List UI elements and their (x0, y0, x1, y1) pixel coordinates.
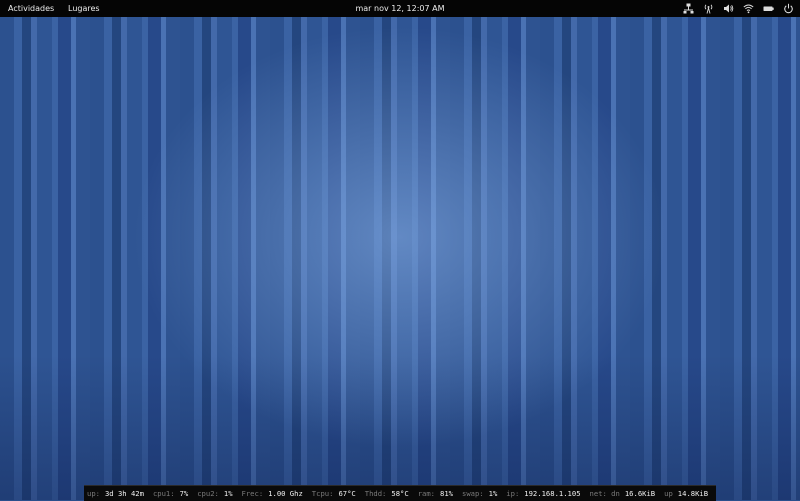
conky-label: Tcpu: (311, 489, 334, 498)
top-panel: Actividades Lugares mar nov 12, 12:07 AM (0, 0, 800, 17)
conky-label: cpu1: (152, 489, 175, 498)
conky-value: 16.6KiB (624, 489, 656, 498)
conky-label: up (664, 489, 673, 498)
power-icon[interactable] (782, 3, 794, 15)
conky-label: Frec: (241, 489, 264, 498)
battery-icon[interactable] (762, 3, 774, 15)
volume-icon[interactable] (722, 3, 734, 15)
network-bridge-icon[interactable] (682, 3, 694, 15)
conky-value: 67°C (338, 489, 356, 498)
conky-label: cpu2: (197, 489, 219, 498)
conky-value: 3d 3h 42m (104, 489, 144, 498)
conky-label: ip: (506, 489, 520, 498)
conky-label: net: dn (589, 489, 620, 498)
conky-label: ram: (417, 489, 436, 498)
wifi-icon[interactable] (742, 3, 754, 15)
conky-label: swap: (462, 489, 484, 498)
conky-value: 81% (440, 489, 453, 498)
clock[interactable]: mar nov 12, 12:07 AM (355, 4, 444, 13)
conky-label: up: (87, 489, 100, 498)
conky-status-bar: up: 3d 3h 42m cpu1: 7% cpu2: 1% Frec: 1.00 Ghz T… (84, 485, 716, 501)
conky-value: 1% (488, 489, 498, 498)
conky-value: 7% (179, 489, 189, 498)
conky-value: 58°C (391, 489, 409, 498)
conky-value: 1.00 Ghz (268, 489, 303, 498)
conky-value: 192.168.1.105 (524, 489, 581, 498)
system-tray (682, 0, 794, 17)
desktop-wallpaper[interactable] (0, 17, 800, 500)
conky-value: 1% (223, 489, 233, 498)
conky-label: Thdd: (364, 489, 387, 498)
activities-button[interactable]: Actividades (8, 0, 54, 17)
places-menu[interactable]: Lugares (68, 0, 100, 17)
conky-value: 14.8KiB (677, 489, 709, 498)
signal-antenna-icon[interactable] (702, 3, 714, 15)
